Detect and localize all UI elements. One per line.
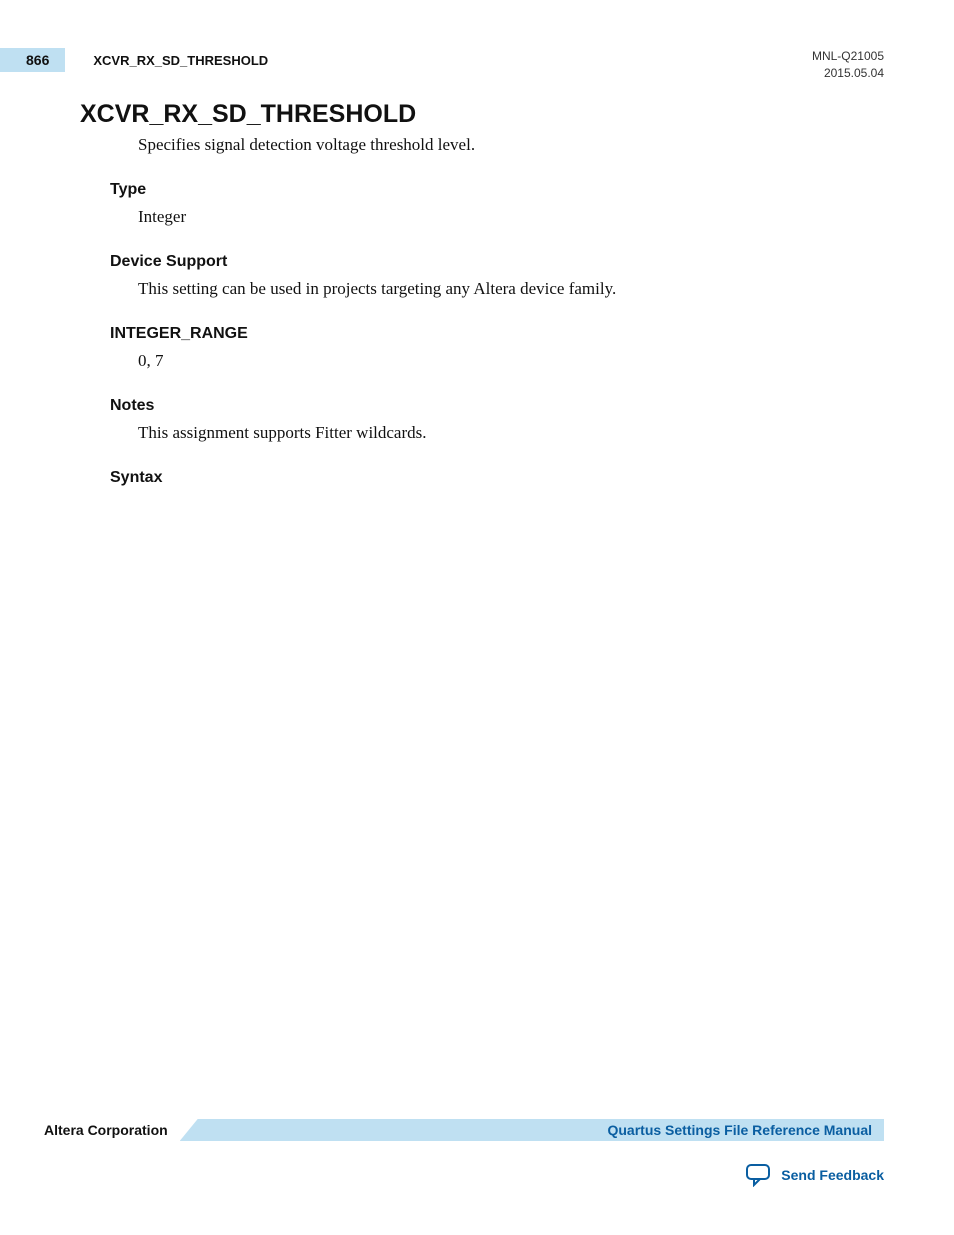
- page-number-tab: 866: [0, 48, 65, 72]
- page-title: XCVR_RX_SD_THRESHOLD: [80, 100, 884, 129]
- manual-link[interactable]: Quartus Settings File Reference Manual: [607, 1122, 872, 1138]
- integer-range-heading: INTEGER_RANGE: [110, 325, 884, 343]
- header-right: MNL-Q21005 2015.05.04: [812, 48, 884, 82]
- running-title: XCVR_RX_SD_THRESHOLD: [93, 53, 268, 68]
- footer-ribbon: Quartus Settings File Reference Manual: [180, 1119, 884, 1141]
- document-date: 2015.05.04: [812, 65, 884, 82]
- footer-bar: Altera Corporation Quartus Settings File…: [44, 1119, 884, 1141]
- type-heading: Type: [110, 181, 884, 199]
- syntax-heading: Syntax: [110, 469, 884, 487]
- description-text: Specifies signal detection voltage thres…: [138, 135, 884, 155]
- document-id: MNL-Q21005: [812, 48, 884, 65]
- page-header: 866 XCVR_RX_SD_THRESHOLD MNL-Q21005 2015…: [44, 48, 884, 82]
- feedback-row: Send Feedback: [44, 1163, 884, 1187]
- integer-range-body: 0, 7: [138, 351, 884, 371]
- send-feedback-link[interactable]: Send Feedback: [781, 1167, 884, 1183]
- document-page: 866 XCVR_RX_SD_THRESHOLD MNL-Q21005 2015…: [0, 0, 954, 1235]
- header-left: 866 XCVR_RX_SD_THRESHOLD: [44, 48, 268, 72]
- device-support-heading: Device Support: [110, 253, 884, 271]
- type-body: Integer: [138, 207, 884, 227]
- speech-bubble-icon[interactable]: [745, 1163, 771, 1187]
- notes-heading: Notes: [110, 397, 884, 415]
- company-name: Altera Corporation: [44, 1122, 180, 1138]
- page-footer: Altera Corporation Quartus Settings File…: [44, 1119, 884, 1187]
- main-content: XCVR_RX_SD_THRESHOLD Specifies signal de…: [44, 100, 884, 487]
- notes-body: This assignment supports Fitter wildcard…: [138, 423, 884, 443]
- device-support-body: This setting can be used in projects tar…: [138, 279, 884, 299]
